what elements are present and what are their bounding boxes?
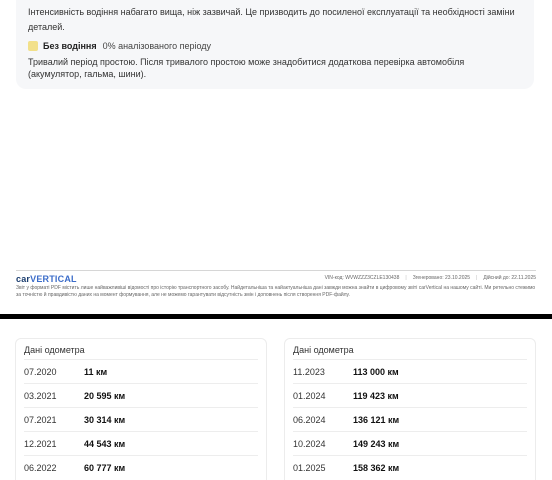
odometer-title: Дані одометра	[293, 345, 354, 355]
intensity-description: Інтенсивність водіння набагато вища, ніж…	[28, 7, 515, 32]
footer-meta: VIN-код: WVWZZZ3CZLE130438 | Згенеровано…	[325, 275, 536, 281]
generated-date: Згенеровано: 23.10.2025	[412, 275, 471, 281]
odometer-date: 01.2025	[293, 462, 326, 473]
odometer-km: 11 км	[84, 366, 108, 377]
odometer-km: 136 121 км	[353, 414, 400, 425]
odometer-row: 01.2024 119 423 км	[293, 383, 527, 407]
odometer-date: 10.2024	[293, 438, 326, 449]
footer-disclaimer: Звіт у форматі PDF містить лише найважли…	[16, 285, 536, 298]
no-driving-percent: 0% аналізованого періоду	[102, 41, 212, 51]
carvertical-logo: carVERTICAL	[16, 274, 77, 284]
odometer-row: 06.2024 136 121 км	[293, 407, 527, 431]
odometer-card-right: Дані одометра 11.2023 113 000 км 01.2024…	[284, 338, 536, 480]
report-page-bottom: Дані одометра 07.2020 11 км 03.2021 20 5…	[0, 319, 552, 480]
odometer-date: 11.2023	[293, 366, 325, 377]
brand-part-vertical: VERTICAL	[30, 274, 77, 284]
odometer-km: 113 000 км	[353, 366, 399, 377]
no-driving-description: Тривалий період простою. Після тривалого…	[28, 57, 465, 79]
no-driving-color-tag	[28, 41, 38, 51]
report-page-top: Інтенсивність водіння набагато вища, ніж…	[0, 0, 552, 314]
odometer-row: 12.2021 44 543 км	[24, 431, 258, 455]
brand-part-car: car	[16, 274, 31, 284]
odometer-date: 06.2024	[293, 414, 326, 425]
no-driving-row: Без водіння 0% аналізованого періоду	[28, 40, 211, 52]
odometer-row: 10.2024 149 243 км	[293, 431, 527, 455]
odometer-row: 01.2025 158 362 км	[293, 455, 527, 479]
odometer-date: 06.2022	[24, 462, 57, 473]
odometer-km: 20 595 км	[84, 390, 126, 401]
odometer-date: 01.2024	[293, 390, 326, 401]
odometer-date: 12.2021	[24, 438, 57, 449]
odometer-row: 11.2023 113 000 км	[293, 359, 527, 383]
odometer-row: 06.2022 60 777 км	[24, 455, 258, 479]
odometer-row: 07.2020 11 км	[24, 359, 258, 383]
odometer-km: 30 314 км	[84, 414, 126, 425]
odometer-km: 158 362 км	[353, 462, 400, 473]
meta-separator: |	[476, 275, 478, 281]
odometer-km: 149 243 км	[353, 438, 400, 449]
no-driving-label: Без водіння	[43, 41, 97, 51]
odometer-date: 07.2021	[24, 414, 57, 425]
odometer-date: 07.2020	[24, 366, 57, 377]
odometer-row: 07.2021 30 314 км	[24, 407, 258, 431]
odometer-row: 03.2021 20 595 км	[24, 383, 258, 407]
footer-divider	[16, 270, 536, 271]
odometer-km: 44 543 км	[84, 438, 126, 449]
odometer-title: Дані одометра	[24, 345, 85, 355]
odometer-date: 03.2021	[24, 390, 57, 401]
odometer-card-left: Дані одометра 07.2020 11 км 03.2021 20 5…	[15, 338, 267, 480]
odometer-km: 60 777 км	[84, 462, 126, 473]
valid-until-date: Дійсний до: 22.11.2025	[483, 275, 536, 281]
vin-code: VIN-код: WVWZZZ3CZLE130438	[324, 275, 400, 281]
meta-separator: |	[405, 275, 407, 281]
odometer-km: 119 423 км	[353, 390, 399, 401]
